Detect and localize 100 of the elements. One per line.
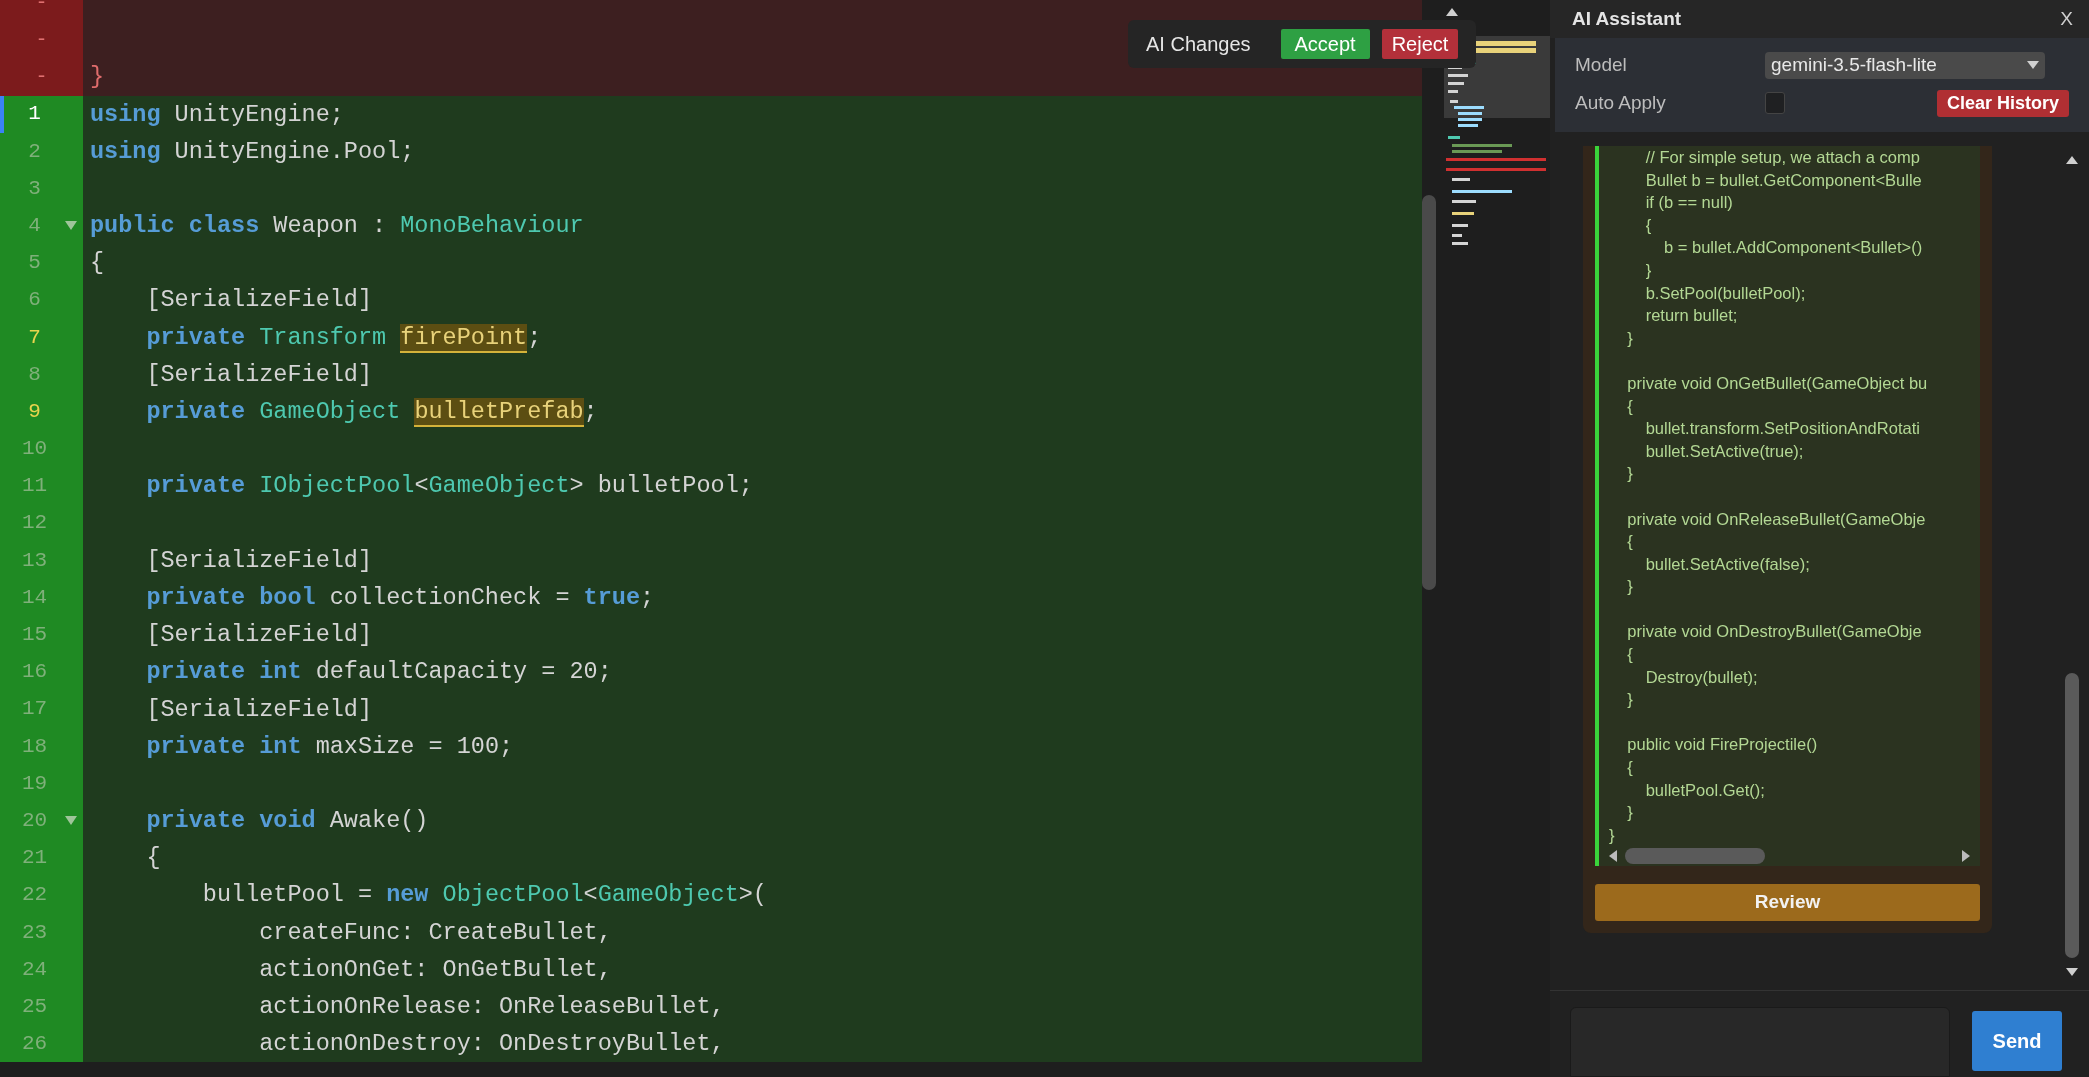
line-number: 15 xyxy=(20,622,49,649)
reject-button[interactable]: Reject xyxy=(1381,29,1459,59)
code-line: private IObjectPool<GameObject> bulletPool; xyxy=(145,472,753,500)
code-line: actionOnDestroy: OnDestroyBullet, xyxy=(258,1030,725,1058)
line-number: 26 xyxy=(20,1031,49,1058)
code-line: } xyxy=(1626,463,1634,485)
code-line: private void OnDestroyBullet(GameObje xyxy=(1626,621,1923,643)
code-line: bullet.SetActive(true); xyxy=(1644,440,1805,462)
line-number: 24 xyxy=(20,956,49,983)
code-line: { xyxy=(1626,644,1634,666)
line-number: 8 xyxy=(27,361,42,388)
scroll-down-icon[interactable] xyxy=(2066,968,2078,976)
code-line: { xyxy=(1626,531,1634,553)
line-number: 2 xyxy=(27,138,42,165)
line-number: 23 xyxy=(20,919,49,946)
code-line: [SerializeField] xyxy=(145,286,373,314)
code-line: { xyxy=(1626,757,1634,779)
ai-changes-label: AI Changes xyxy=(1146,32,1251,57)
code-line: { xyxy=(1644,214,1653,236)
send-button[interactable]: Send xyxy=(1972,1011,2062,1071)
code-line: return bullet; xyxy=(1644,305,1739,327)
code-line: [SerializeField] xyxy=(145,621,373,649)
code-line: } xyxy=(1626,576,1634,598)
code-line: Bullet b = bullet.GetComponent<Bulle xyxy=(1644,169,1923,191)
deleted-line-marker: - xyxy=(35,26,48,53)
dropdown-caret-icon xyxy=(2027,61,2039,69)
line-number: 17 xyxy=(20,696,49,723)
line-number: 16 xyxy=(20,659,49,686)
deleted-line-marker: - xyxy=(35,0,48,16)
line-number: 7 xyxy=(27,324,42,351)
code-line: bullet.transform.SetPositionAndRotati xyxy=(1644,418,1921,440)
code-line: } xyxy=(1626,689,1634,711)
deleted-line-marker: - xyxy=(35,63,48,90)
line-number: 3 xyxy=(27,175,42,202)
line-number: 12 xyxy=(20,510,49,537)
scroll-up-icon[interactable] xyxy=(2066,156,2078,164)
auto-apply-label: Auto Apply xyxy=(1575,90,1667,115)
code-line: [SerializeField] xyxy=(145,360,373,388)
code-line: } xyxy=(1626,327,1634,349)
line-number: 6 xyxy=(27,287,42,314)
line-number: 10 xyxy=(20,436,49,463)
code-line: createFunc: CreateBullet, xyxy=(258,918,612,946)
model-label: Model xyxy=(1575,52,1628,77)
code-line: { xyxy=(1626,395,1634,417)
review-button[interactable]: Review xyxy=(1595,884,1980,921)
line-number: 22 xyxy=(20,882,49,909)
code-line: bulletPool = new ObjectPool<GameObject>( xyxy=(201,881,767,909)
code-line: private void Awake() xyxy=(145,807,429,835)
code-line: private int defaultCapacity = 20; xyxy=(145,658,612,686)
line-number: 20 xyxy=(20,807,49,834)
code-line: private void OnGetBullet(GameObject bu xyxy=(1626,372,1929,394)
code-line: [SerializeField] xyxy=(145,546,373,574)
code-line: } xyxy=(1609,824,1616,846)
code-line: Destroy(bullet); xyxy=(1644,666,1759,688)
line-number: 18 xyxy=(20,733,49,760)
code-line: { xyxy=(90,249,105,277)
code-line: public void FireProjectile() xyxy=(1626,734,1819,756)
scroll-right-icon[interactable] xyxy=(1962,850,1970,863)
line-number: 19 xyxy=(20,770,49,797)
model-dropdown[interactable]: gemini-3.5-flash-lite xyxy=(1765,51,2045,79)
line-number: 25 xyxy=(20,993,49,1020)
auto-apply-checkbox[interactable] xyxy=(1765,92,1785,114)
code-line: private void OnReleaseBullet(GameObje xyxy=(1626,508,1927,530)
code-line: bullet.SetActive(false); xyxy=(1644,553,1811,575)
code-line: private GameObject bulletPrefab; xyxy=(145,398,598,428)
code-line: private int maxSize = 100; xyxy=(145,732,514,760)
clear-history-button[interactable]: Clear History xyxy=(1936,89,2069,117)
line-number: 9 xyxy=(27,398,42,425)
fold-arrow-icon[interactable] xyxy=(65,815,77,826)
horizontal-scrollbar-thumb[interactable] xyxy=(1625,848,1765,865)
scroll-left-icon[interactable] xyxy=(1609,850,1617,863)
close-button[interactable]: X xyxy=(2060,4,2073,34)
scroll-up-icon[interactable] xyxy=(1446,8,1458,16)
code-line: } xyxy=(1626,802,1634,824)
code-line: public class Weapon : MonoBehaviour xyxy=(90,212,584,240)
line-number: 4 xyxy=(27,212,42,239)
line-number: 21 xyxy=(20,845,49,872)
code-line: } xyxy=(90,63,105,91)
line-number: 1 xyxy=(27,101,42,128)
code-line: if (b == null) xyxy=(1644,192,1734,214)
code-line: } xyxy=(1644,259,1653,281)
code-line: private bool collectionCheck = true; xyxy=(145,583,655,611)
code-line: b = bullet.AddComponent<Bullet>() xyxy=(1663,237,1924,259)
line-number: 11 xyxy=(20,473,49,500)
code-line: using UnityEngine; xyxy=(90,100,344,128)
code-line: b.SetPool(bulletPool); xyxy=(1644,282,1807,304)
fold-arrow-icon[interactable] xyxy=(65,220,77,231)
code-line: private Transform firePoint; xyxy=(145,323,542,353)
code-line: bulletPool.Get(); xyxy=(1644,779,1766,801)
line-number: 14 xyxy=(20,584,49,611)
scrollbar-thumb[interactable] xyxy=(1422,195,1437,590)
code-line: // For simple setup, we attach a comp xyxy=(1644,147,1921,168)
code-line: using UnityEngine.Pool; xyxy=(90,137,415,165)
code-line: { xyxy=(145,844,161,872)
code-line: actionOnRelease: OnReleaseBullet, xyxy=(258,993,725,1021)
scrollbar-thumb[interactable] xyxy=(2065,673,2079,958)
accept-button[interactable]: Accept xyxy=(1280,29,1370,59)
code-line: [SerializeField] xyxy=(145,695,373,723)
panel-title: AI Assistant xyxy=(1572,6,1682,31)
code-line: actionOnGet: OnGetBullet, xyxy=(258,955,612,983)
